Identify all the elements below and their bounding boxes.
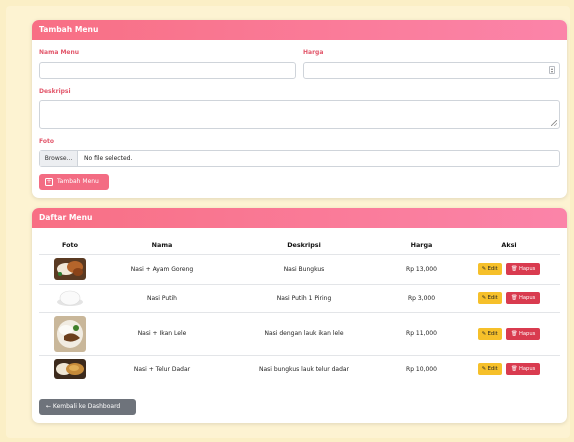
table-header-row: Foto Nama Deskripsi Harga Aksi	[39, 236, 560, 254]
food-photo-nasi-putih	[54, 288, 86, 308]
food-photo-ayam-goreng	[54, 258, 86, 280]
row-harga: Rp 11,000	[385, 311, 458, 355]
deskripsi-textarea[interactable]	[39, 100, 560, 129]
edit-button[interactable]: ✎ Edit	[477, 327, 502, 340]
menu-list-card: Daftar Menu Foto Nama Deskripsi Harga Ak…	[32, 208, 567, 423]
row-nama: Nasi + Ikan Lele	[101, 311, 223, 355]
foto-file-input[interactable]: Browse... No file selected.	[39, 150, 560, 167]
table-row: Nasi + Telur Dadar Nasi bungkus lauk tel…	[39, 354, 560, 383]
browse-button[interactable]: Browse...	[40, 151, 78, 166]
edit-button[interactable]: ✎ Edit	[477, 263, 502, 275]
table-row: Nasi Putih Nasi Putih 1 Piring Rp 3,000 …	[39, 283, 560, 312]
back-to-dashboard-button[interactable]: ← Kembali ke Dashboard	[39, 399, 136, 415]
add-menu-button[interactable]: + Tambah Menu	[39, 174, 109, 190]
row-harga: Rp 3,000	[385, 283, 458, 312]
row-deskripsi: Nasi Bungkus	[223, 253, 385, 284]
edit-button[interactable]: ✎ Edit	[477, 363, 502, 376]
col-aksi: Aksi	[501, 240, 517, 249]
row-deskripsi: Nasi bungkus lauk telur dadar	[223, 354, 385, 383]
add-menu-button-label: Tambah Menu	[57, 178, 99, 185]
row-nama: Nasi Putih	[101, 283, 223, 312]
delete-button[interactable]: 🗑 Hapus	[505, 292, 541, 304]
delete-button[interactable]: 🗑 Hapus	[505, 327, 541, 340]
table-row: Nasi + Ayam Goreng Nasi Bungkus Rp 13,00…	[39, 253, 560, 284]
row-deskripsi: Nasi dengan lauk ikan lele	[223, 311, 385, 355]
edit-button[interactable]: ✎ Edit	[477, 292, 502, 304]
deskripsi-label: Deskripsi	[39, 88, 71, 95]
add-menu-card: Tambah Menu Nama Menu Harga ▴ ▾ Deskripsi…	[32, 20, 567, 198]
number-spinner-icon[interactable]: ▴ ▾	[549, 66, 555, 74]
food-photo-ikan-lele	[54, 315, 86, 352]
col-harga: Harga	[410, 240, 433, 249]
table-row: Nasi + Ikan Lele Nasi dengan lauk ikan l…	[39, 311, 560, 355]
row-nama: Nasi + Telur Dadar	[101, 354, 223, 383]
resize-handle-icon[interactable]	[551, 120, 557, 126]
harga-label: Harga	[303, 49, 324, 56]
file-status-text: No file selected.	[84, 155, 133, 162]
nama-menu-label: Nama Menu	[39, 49, 80, 56]
plus-square-icon: +	[45, 178, 53, 186]
menu-table: Foto Nama Deskripsi Harga Aksi Nasi + Ay…	[39, 236, 560, 383]
row-harga: Rp 10,000	[385, 354, 458, 383]
menu-list-header: Daftar Menu	[32, 208, 567, 228]
delete-button[interactable]: 🗑 Hapus	[505, 263, 541, 275]
nama-menu-input[interactable]	[39, 62, 296, 79]
col-nama: Nama	[151, 240, 173, 249]
row-deskripsi: Nasi Putih 1 Piring	[223, 283, 385, 312]
foto-label: Foto	[39, 138, 54, 145]
add-menu-header: Tambah Menu	[32, 20, 567, 40]
col-deskripsi: Deskripsi	[287, 240, 321, 249]
row-harga: Rp 13,000	[385, 253, 458, 284]
delete-button[interactable]: 🗑 Hapus	[505, 363, 541, 376]
food-photo-telur-dadar	[54, 359, 86, 380]
harga-input[interactable]: ▴ ▾	[303, 62, 560, 79]
col-foto: Foto	[62, 240, 78, 249]
row-nama: Nasi + Ayam Goreng	[101, 253, 223, 284]
